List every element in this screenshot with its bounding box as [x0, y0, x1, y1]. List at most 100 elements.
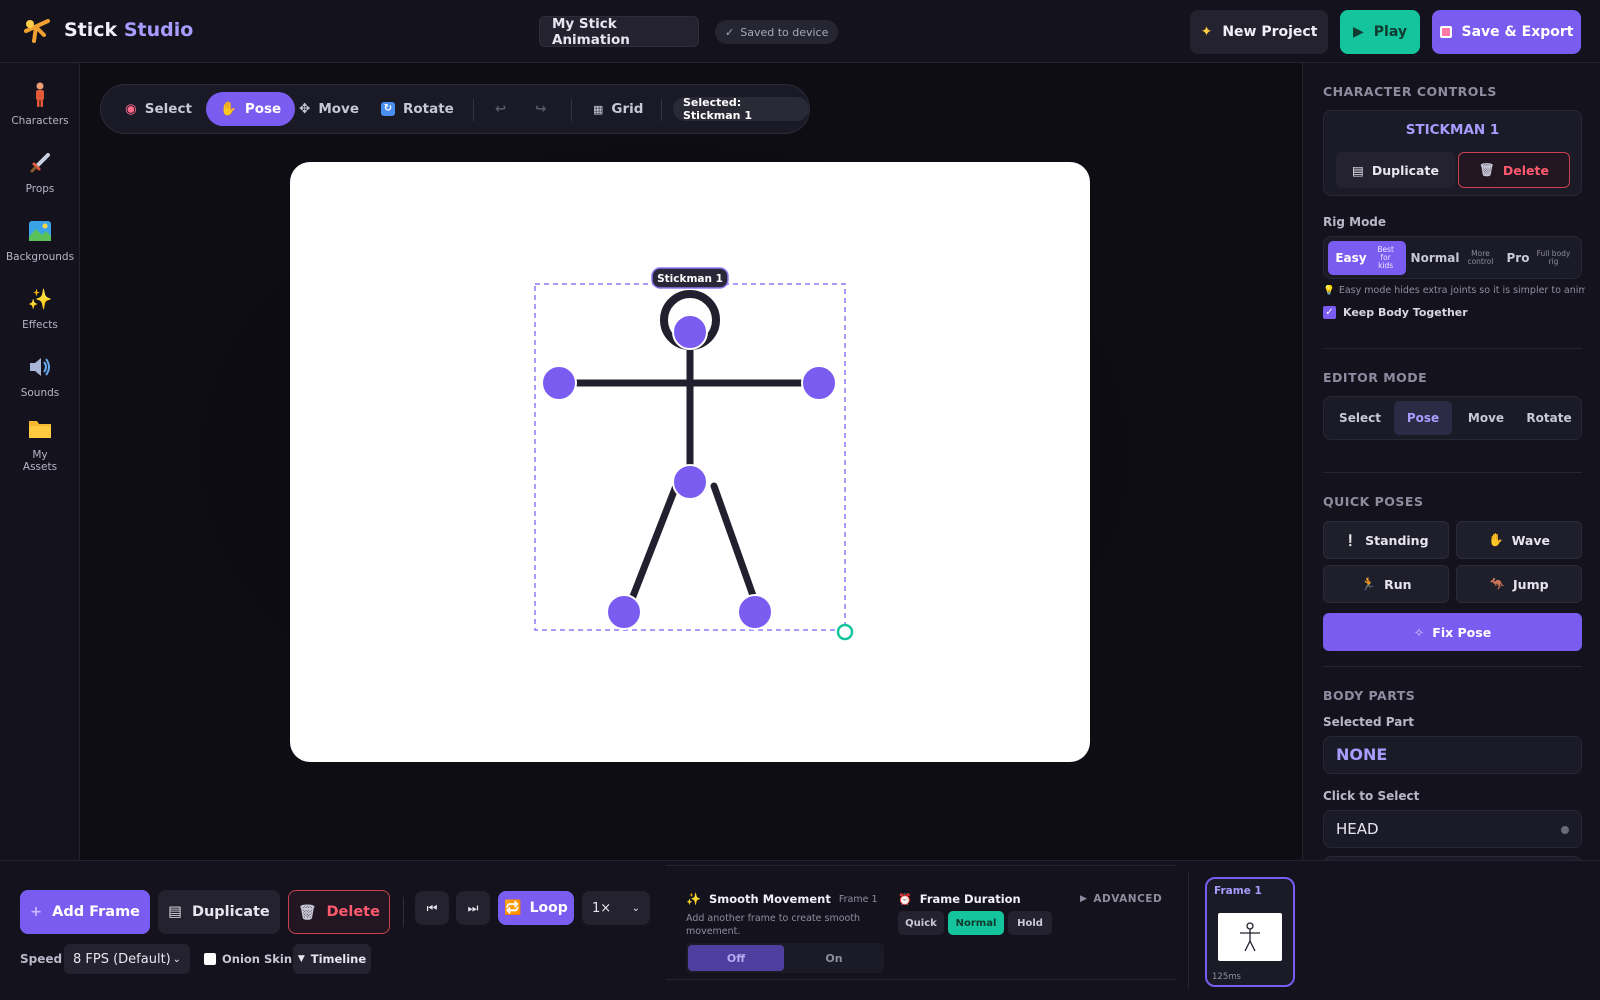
triangle-right-icon: ▶: [1080, 894, 1088, 904]
rig-mode-name: Pro: [1506, 251, 1530, 265]
pose-jump-button[interactable]: 🦘 Jump: [1456, 565, 1582, 603]
tool-rotate[interactable]: ↻ Rotate: [367, 92, 468, 126]
next-frame-button[interactable]: ⏭: [456, 891, 490, 925]
animation-canvas[interactable]: Stickman 1: [290, 162, 1090, 762]
timeline-toggle[interactable]: ▼ Timeline: [293, 944, 371, 974]
previous-frame-button[interactable]: ⏮: [415, 891, 449, 925]
document-icon: ▤: [1352, 162, 1364, 178]
tool-select[interactable]: ◉ Select: [111, 92, 206, 126]
checkbox-checked[interactable]: ✓: [1323, 306, 1336, 319]
duration-hold[interactable]: Hold: [1008, 911, 1052, 935]
keep-body-together-row[interactable]: ✓ Keep Body Together: [1323, 306, 1468, 319]
timeline-label: Timeline: [310, 952, 367, 966]
hip-joint[interactable]: [672, 464, 708, 500]
resize-handle[interactable]: [836, 623, 854, 641]
section-title-character-controls: CHARACTER CONTROLS: [1323, 84, 1497, 99]
skip-forward-icon: ⏭: [467, 900, 479, 915]
saved-status-badge: ✓ Saved to device: [715, 20, 839, 44]
smooth-movement-title: Smooth Movement: [708, 892, 831, 906]
new-project-label: New Project: [1222, 24, 1318, 40]
tool-label: Rotate: [403, 101, 454, 117]
triangle-down-icon: ▼: [297, 954, 305, 964]
editor-mode-label: Select: [1339, 411, 1381, 425]
pose-run-button[interactable]: 🏃 Run: [1323, 565, 1449, 603]
fps-select[interactable]: 8 FPS (Default) ⌄: [64, 944, 190, 974]
sidebar-item-sounds[interactable]: Sounds: [0, 351, 80, 399]
stickman-thumbnail-icon: [1240, 922, 1260, 952]
section-title-quick-poses: QUICK POSES: [1323, 494, 1424, 509]
rig-mode-normal[interactable]: Normal More control: [1410, 241, 1496, 275]
play-button[interactable]: ▶ Play: [1340, 10, 1420, 54]
stickman-figure[interactable]: Stickman 1: [290, 162, 1090, 762]
selected-part-label: Selected Part: [1323, 715, 1415, 729]
rig-mode-easy[interactable]: Easy Best for kids: [1328, 241, 1406, 275]
pose-standing-button[interactable]: ❕ Standing: [1323, 521, 1449, 559]
wave-icon: ✋: [1488, 532, 1504, 547]
right-foot-joint[interactable]: [737, 594, 773, 630]
save-export-button[interactable]: Save & Export: [1432, 10, 1581, 54]
editor-mode-pose[interactable]: Pose: [1394, 401, 1452, 435]
selected-part-value: NONE: [1336, 745, 1388, 764]
head-joint[interactable]: [672, 314, 708, 350]
chevron-down-icon: ⌄: [172, 953, 181, 965]
brand-name: Stick Studio: [64, 19, 193, 41]
rig-mode-hint: Full body rig: [1536, 249, 1571, 266]
section-divider: [1323, 472, 1582, 473]
rig-mode-pro[interactable]: Pro Full body rig: [1500, 241, 1578, 275]
sidebar-item-effects[interactable]: ✨ Effects: [0, 283, 80, 331]
sidebar-item-label: Sounds: [20, 387, 60, 399]
duplicate-character-button[interactable]: ▤ Duplicate: [1336, 152, 1455, 188]
editor-mode-move[interactable]: Move: [1456, 401, 1516, 435]
new-project-button[interactable]: ✦ New Project: [1190, 10, 1328, 54]
project-title-input[interactable]: My Stick Animation: [539, 16, 699, 48]
sidebar-item-my-assets[interactable]: My Assets: [0, 413, 80, 473]
body-part-item[interactable]: HEAD: [1323, 810, 1582, 848]
bottom-divider: [403, 897, 404, 927]
onion-skin-label: Onion Skin: [222, 952, 293, 966]
loop-toggle[interactable]: 🔁 Loop: [498, 891, 574, 925]
editor-mode-select[interactable]: Select: [1328, 401, 1392, 435]
rig-hint: 💡 Easy mode hides extra joints so it is …: [1323, 285, 1585, 296]
sidebar-item-characters[interactable]: Characters: [0, 79, 80, 127]
brand-part-2: Studio: [123, 19, 194, 41]
playback-speed-select[interactable]: 1× ⌄: [582, 891, 650, 925]
delete-frame-button[interactable]: 🗑 Delete: [288, 890, 390, 934]
smooth-off-option[interactable]: Off: [688, 945, 784, 971]
duplicate-label: Duplicate: [1371, 162, 1439, 178]
frame-thumbnail-card[interactable]: Frame 1 125ms: [1205, 877, 1295, 987]
tool-move[interactable]: ✥ Move: [285, 92, 373, 126]
right-hand-joint[interactable]: [801, 365, 837, 401]
trash-icon: 🗑: [1479, 162, 1495, 177]
delete-character-button[interactable]: 🗑 Delete: [1458, 152, 1570, 188]
brand: Stick Studio: [22, 15, 193, 45]
delete-frame-label: Delete: [326, 904, 380, 920]
tool-pose[interactable]: ✋ Pose: [206, 92, 296, 126]
play-label: Play: [1373, 24, 1407, 40]
duration-quick[interactable]: Quick: [898, 911, 944, 935]
left-foot-joint[interactable]: [606, 594, 642, 630]
advanced-toggle[interactable]: ▶ ADVANCED: [1080, 893, 1162, 905]
duration-normal[interactable]: Normal: [948, 911, 1004, 935]
grid-toggle[interactable]: ▦ Grid: [579, 92, 657, 126]
onion-skin-row[interactable]: Onion Skin: [204, 952, 292, 966]
timeline-bar: + Add Frame ▤ Duplicate 🗑 Delete ⏮ ⏭ 🔁 L…: [0, 860, 1600, 1000]
trash-icon: 🗑: [298, 904, 317, 921]
editor-mode-rotate[interactable]: Rotate: [1518, 401, 1580, 435]
character-card: STICKMAN 1 ▤ Duplicate 🗑 Delete: [1323, 110, 1582, 196]
checkbox-unchecked[interactable]: [204, 953, 216, 965]
duplicate-frame-button[interactable]: ▤ Duplicate: [158, 890, 280, 934]
sidebar-item-backgrounds[interactable]: Backgrounds: [0, 215, 80, 263]
pose-wave-button[interactable]: ✋ Wave: [1456, 521, 1582, 559]
undo-button[interactable]: ↩: [481, 92, 520, 126]
left-hand-joint[interactable]: [541, 365, 577, 401]
add-frame-button[interactable]: + Add Frame: [20, 890, 150, 934]
sidebar-item-label: Characters: [11, 115, 69, 127]
redo-button[interactable]: ↪: [521, 92, 560, 126]
smooth-on-option[interactable]: On: [786, 945, 882, 971]
move-icon: ✥: [299, 101, 311, 117]
smooth-movement-frame: Frame 1: [838, 893, 878, 905]
fix-pose-button[interactable]: ✧ Fix Pose: [1323, 613, 1582, 651]
sparkle-icon: ✦: [1200, 24, 1213, 40]
run-icon: 🏃: [1360, 576, 1377, 591]
sidebar-item-props[interactable]: Props: [0, 147, 80, 195]
